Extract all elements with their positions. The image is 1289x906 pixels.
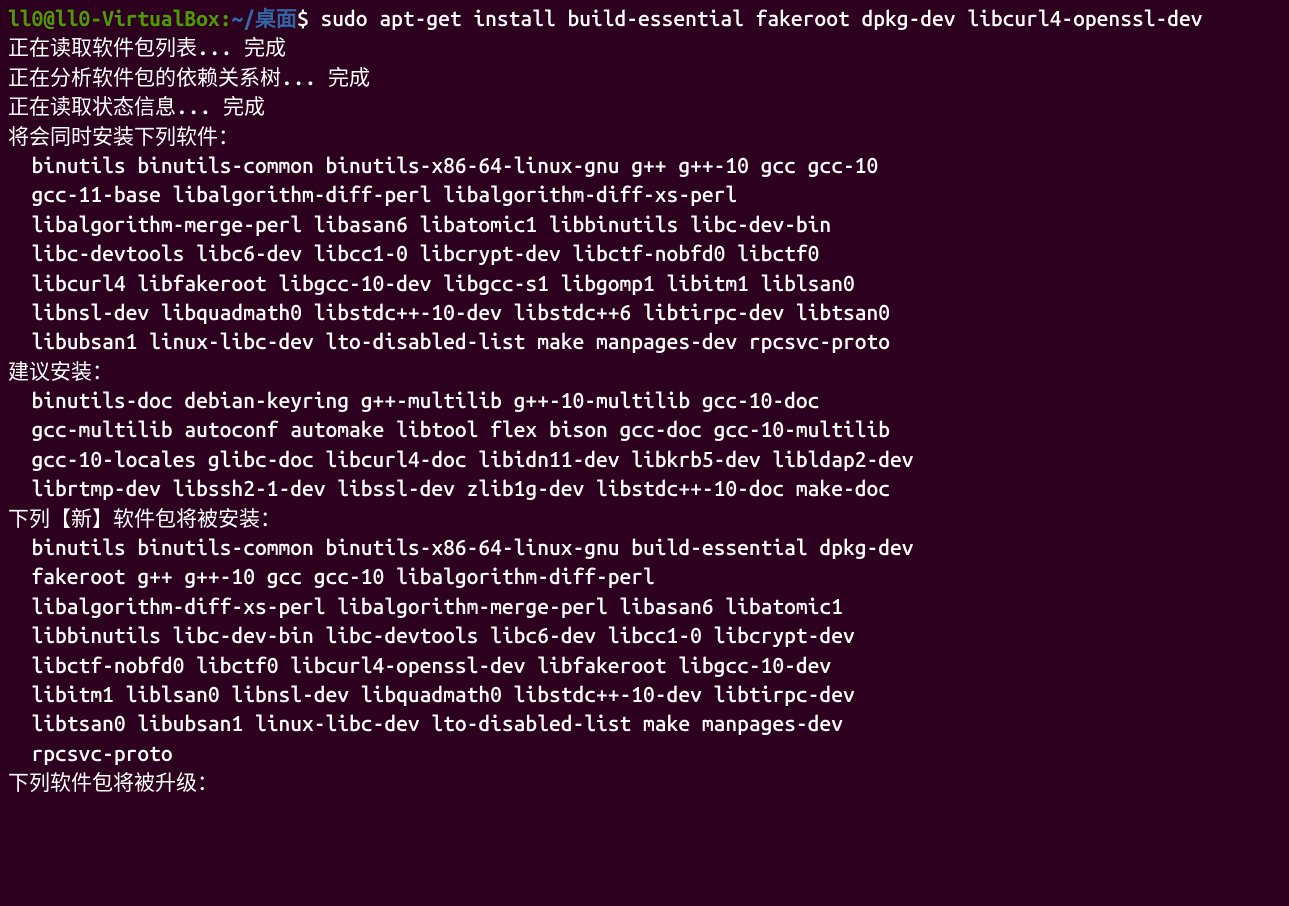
prompt-dollar: $	[297, 6, 321, 30]
output-dependency-tree: 正在分析软件包的依赖关系树... 完成	[8, 65, 370, 89]
new-package-line: libitm1 liblsan0 libnsl-dev libquadmath0…	[8, 682, 855, 706]
additional-package-line: gcc-11-base libalgorithm-diff-perl libal…	[8, 182, 737, 206]
suggested-package-line: binutils-doc debian-keyring g++-multilib…	[8, 388, 819, 412]
additional-package-line: binutils binutils-common binutils-x86-64…	[8, 153, 878, 177]
additional-package-line: libnsl-dev libquadmath0 libstdc++-10-dev…	[8, 300, 890, 324]
output-suggested-header: 建议安装：	[8, 359, 113, 383]
prompt-user-host: ll0@ll0-VirtualBox	[8, 6, 220, 30]
new-package-line: fakeroot g++ g++-10 gcc gcc-10 libalgori…	[8, 564, 655, 588]
suggested-package-line: librtmp-dev libssh2-1-dev libssl-dev zli…	[8, 476, 890, 500]
new-package-line: libctf-nobfd0 libctf0 libcurl4-openssl-d…	[8, 653, 831, 677]
suggested-package-line: gcc-multilib autoconf automake libtool f…	[8, 417, 890, 441]
new-package-line: rpcsvc-proto	[8, 741, 173, 765]
prompt-colon: :	[220, 6, 232, 30]
additional-package-line: libc-devtools libc6-dev libcc1-0 libcryp…	[8, 241, 819, 265]
output-new-header: 下列【新】软件包将被安装：	[8, 506, 281, 530]
new-package-line: libbinutils libc-dev-bin libc-devtools l…	[8, 623, 855, 647]
suggested-package-line: gcc-10-locales glibc-doc libcurl4-doc li…	[8, 447, 914, 471]
additional-package-line: libubsan1 linux-libc-dev lto-disabled-li…	[8, 329, 890, 353]
output-reading-packages: 正在读取软件包列表... 完成	[8, 35, 286, 59]
new-package-line: binutils binutils-common binutils-x86-64…	[8, 535, 914, 559]
additional-package-line: libcurl4 libfakeroot libgcc-10-dev libgc…	[8, 271, 855, 295]
new-package-line: libalgorithm-diff-xs-perl libalgorithm-m…	[8, 594, 843, 618]
prompt-path: ~/桌面	[231, 6, 297, 30]
output-reading-state: 正在读取状态信息... 完成	[8, 94, 265, 118]
terminal-output[interactable]: ll0@ll0-VirtualBox:~/桌面$ sudo apt-get in…	[8, 4, 1281, 798]
additional-package-line: libalgorithm-merge-perl libasan6 libatom…	[8, 212, 831, 236]
command-input: sudo apt-get install build-essential fak…	[321, 6, 1203, 30]
output-additional-header: 将会同时安装下列软件：	[8, 124, 239, 148]
new-package-line: libtsan0 libubsan1 linux-libc-dev lto-di…	[8, 711, 843, 735]
output-upgrade-header: 下列软件包将被升级：	[8, 770, 218, 794]
